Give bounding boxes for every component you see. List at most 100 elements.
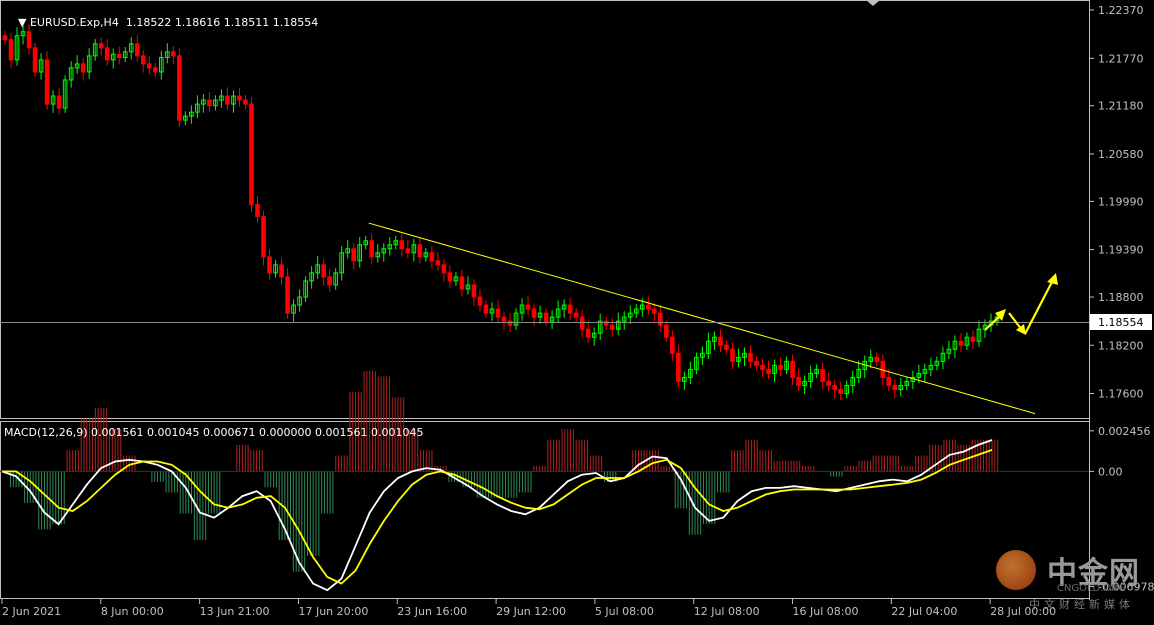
price-tick-label: 1.21770 bbox=[1098, 52, 1144, 65]
time-tick-label: 13 Jun 21:00 bbox=[200, 605, 270, 618]
watermark-tagline: 中文财经新媒体 bbox=[1029, 598, 1134, 611]
chart-shift-marker[interactable] bbox=[866, 0, 880, 6]
arrow-up-2 bbox=[1024, 279, 1054, 335]
candle-bear bbox=[790, 360, 795, 378]
candle-bear bbox=[207, 99, 212, 107]
time-tick-label: 22 Jul 04:00 bbox=[891, 605, 957, 618]
candle-bear bbox=[886, 376, 892, 386]
candle-bear bbox=[609, 324, 615, 330]
candle-bear bbox=[471, 284, 477, 298]
time-axis: 2 Jun 2021 8 Jun 00:00 13 Jun 21:00 17 Jun … bbox=[1, 599, 1056, 618]
time-tick-label: 17 Jun 20:00 bbox=[298, 605, 368, 618]
candle-bear bbox=[748, 352, 753, 362]
candle-bear bbox=[225, 95, 230, 105]
candle-bear bbox=[44, 59, 50, 105]
candle-bear bbox=[645, 304, 651, 310]
candle-bear bbox=[267, 256, 272, 274]
macd-tick-label: 0.002456 bbox=[1098, 425, 1151, 438]
candle-bear bbox=[796, 376, 801, 386]
time-tick-label: 8 Jun 00:00 bbox=[101, 605, 164, 618]
candle-bear bbox=[730, 348, 735, 362]
candle-bear bbox=[724, 344, 729, 350]
candle-bear bbox=[507, 320, 513, 326]
price-tick-label: 1.20580 bbox=[1098, 148, 1144, 161]
candle-bear bbox=[98, 43, 104, 49]
candle-bear bbox=[327, 276, 332, 286]
candle-bear bbox=[177, 55, 182, 121]
price-tick-label: 1.18800 bbox=[1098, 291, 1144, 304]
candle-bear bbox=[399, 240, 405, 250]
candle-bear bbox=[579, 316, 585, 330]
symbol-label: EURUSD.Exp,H4 bbox=[29, 16, 119, 29]
collapse-icon[interactable]: ▼ bbox=[18, 16, 30, 29]
current-price-label: 1.18554 bbox=[1098, 316, 1144, 329]
candle-bear bbox=[838, 388, 843, 394]
candle-bear bbox=[243, 99, 248, 105]
descending-trendline[interactable] bbox=[368, 222, 1036, 415]
price-tick-label: 1.22370 bbox=[1098, 4, 1144, 17]
candle-bear bbox=[279, 264, 284, 278]
watermark-brand-en: CNGOLD.ORG bbox=[1056, 583, 1126, 594]
chart-window[interactable]: 1.22370 1.21770 1.21180 1.20580 1.19990 1.193… bbox=[0, 0, 1154, 621]
candle-bear bbox=[892, 384, 898, 390]
time-tick-label: 29 Jun 12:00 bbox=[496, 605, 566, 618]
candles-group bbox=[2, 24, 1000, 401]
candle-bear bbox=[670, 336, 675, 354]
symbol-header: ▼ EURUSD.Exp,H4 1.18522 1.18616 1.18511 … bbox=[4, 3, 318, 42]
macd-line bbox=[1, 439, 993, 592]
price-tick-label: 1.19390 bbox=[1098, 244, 1144, 257]
candle-bear bbox=[958, 340, 964, 346]
candle-bear bbox=[116, 53, 122, 58]
candle-bear bbox=[501, 316, 507, 322]
candle-bear bbox=[718, 336, 723, 346]
price-tick-label: 1.19990 bbox=[1098, 195, 1144, 208]
candle-bear bbox=[543, 312, 549, 322]
time-tick-label: 5 Jul 08:00 bbox=[595, 605, 654, 618]
trendline-group bbox=[368, 222, 1036, 415]
macd-group bbox=[0, 371, 1089, 592]
candle-bear bbox=[970, 336, 976, 342]
arrow-up-2-head bbox=[1047, 273, 1058, 285]
macd-header: MACD(12,26,9) 0.001561 0.001045 0.000671… bbox=[4, 426, 424, 439]
candle-bear bbox=[483, 304, 489, 314]
price-tick-label: 1.17600 bbox=[1098, 387, 1144, 400]
candle-bear bbox=[754, 360, 759, 366]
candle-bear bbox=[261, 216, 266, 258]
candle-bear bbox=[417, 244, 423, 258]
candle-bear bbox=[171, 51, 176, 57]
candle-bear bbox=[405, 248, 411, 254]
candle-bear bbox=[778, 364, 783, 370]
chart-canvas[interactable]: 1.22370 1.21770 1.21180 1.20580 1.19990 1.193… bbox=[0, 0, 1154, 621]
candle-bear bbox=[447, 272, 453, 282]
candle-bear bbox=[153, 67, 158, 73]
candle-bear bbox=[134, 43, 140, 57]
candle-bear bbox=[459, 276, 465, 290]
candle-bear bbox=[820, 368, 825, 382]
signal-line bbox=[2, 449, 993, 585]
macd-pane-frame bbox=[0, 421, 1090, 599]
ohlc-label: 1.18522 1.18616 1.18511 1.18554 bbox=[125, 16, 319, 29]
candle-bear bbox=[441, 264, 447, 274]
candle-bear bbox=[826, 380, 831, 386]
candle-bear bbox=[676, 352, 681, 382]
candle-bear bbox=[658, 312, 663, 326]
candle-bear bbox=[531, 308, 537, 318]
candle-bear bbox=[321, 264, 326, 278]
candle-bear bbox=[652, 308, 657, 314]
candle-bear bbox=[832, 384, 837, 390]
candle-bear bbox=[435, 260, 441, 266]
price-axis: 1.22370 1.21770 1.21180 1.20580 1.19990 1.193… bbox=[1089, 4, 1144, 400]
price-pane-frame bbox=[0, 0, 1090, 419]
time-tick-label: 23 Jun 16:00 bbox=[397, 605, 467, 618]
time-tick-label: 12 Jul 08:00 bbox=[694, 605, 760, 618]
candle-bear bbox=[477, 296, 483, 306]
candle-bear bbox=[32, 47, 38, 73]
candle-bear bbox=[525, 304, 531, 310]
time-tick-label: 16 Jul 08:00 bbox=[793, 605, 859, 618]
candle-bear bbox=[760, 364, 765, 370]
price-tick-label: 1.18200 bbox=[1098, 339, 1144, 352]
macd-tick-label: 0.00 bbox=[1098, 465, 1123, 478]
candle-bear bbox=[8, 39, 14, 61]
candle-bear bbox=[255, 204, 260, 218]
candle-bear bbox=[664, 324, 669, 338]
